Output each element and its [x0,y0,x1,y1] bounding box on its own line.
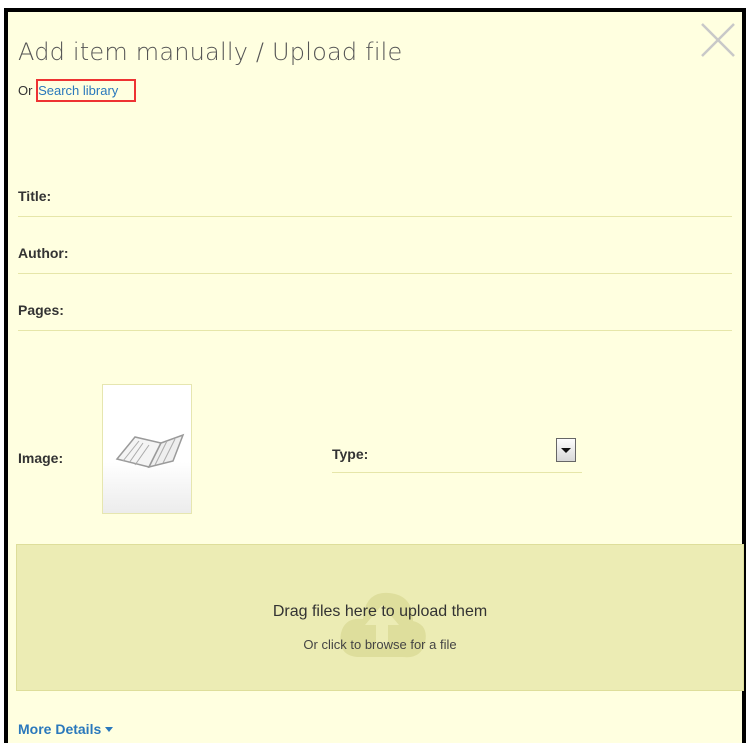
more-details-label: More Details [18,721,102,737]
search-library-link[interactable]: Search library [36,79,137,102]
pages-field[interactable]: Pages: [18,290,732,331]
file-dropzone[interactable]: Drag files here to upload them Or click … [16,544,744,691]
image-label: Image: [18,450,64,466]
dialog-title: Add item manually / Upload file [18,38,403,66]
type-field: Type: [332,438,582,473]
dropzone-main-text: Drag files here to upload them [272,603,488,620]
pages-label: Pages: [18,302,64,318]
add-item-dialog: Add item manually / Upload file Or Searc… [4,8,746,743]
search-library-line: Or Search library [18,79,137,102]
title-field[interactable]: Title: [18,176,732,217]
book-icon [115,433,185,469]
or-text: Or [18,83,33,98]
type-select[interactable] [556,438,576,462]
chevron-down-icon [105,727,114,732]
title-label: Title: [18,188,52,204]
close-icon [701,23,735,57]
image-upload-thumbnail[interactable] [102,384,192,514]
close-button[interactable] [698,20,738,60]
type-label: Type: [332,446,369,462]
author-field[interactable]: Author: [18,233,732,274]
more-details-link[interactable]: More Details [18,721,114,737]
author-label: Author: [18,245,69,261]
dropzone-sub-text: Or click to browse for a file [303,637,457,652]
chevron-down-icon [561,448,571,453]
